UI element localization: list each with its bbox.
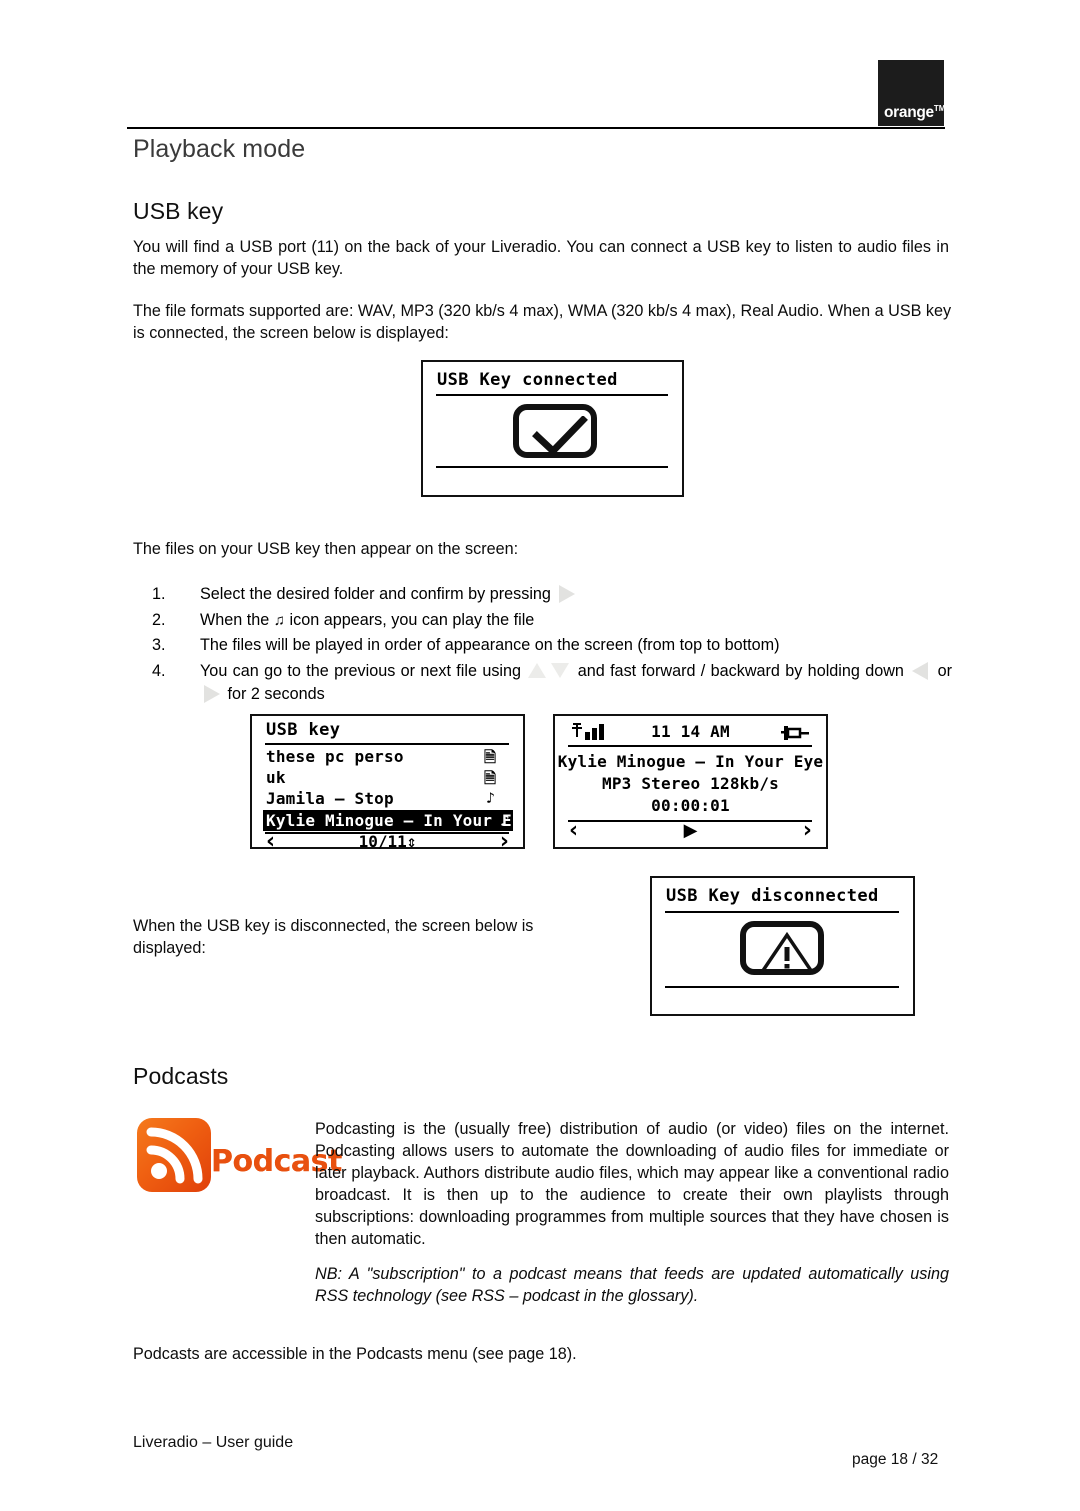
- list-item-text: The files will be played in order of app…: [200, 636, 780, 654]
- player-format-info: MP3 Stereo 128kb/s: [602, 774, 779, 793]
- player-nav-row: ‹ ▶ ›: [555, 818, 826, 844]
- up-down-indicator-icon: ⇕: [406, 832, 417, 851]
- right-arrow-key-icon: [202, 685, 221, 703]
- list-item-text: You can go to the previous or next file …: [200, 661, 953, 703]
- lcd-connected-bottom-rule: [436, 466, 668, 468]
- warning-box: [740, 921, 824, 975]
- play-button[interactable]: ▶: [555, 818, 826, 844]
- podcast-rss-square: [137, 1118, 211, 1192]
- right-arrow-key-icon: [557, 585, 576, 603]
- music-note-icon: ♪: [486, 789, 496, 807]
- footer-page-number: page 18 / 32: [852, 1451, 939, 1468]
- music-note-icon: ♫: [273, 611, 286, 629]
- down-arrow-key-icon: [551, 662, 570, 679]
- podcast-paragraph-1: Podcasting is the (usually free) distrib…: [315, 1120, 949, 1248]
- list-item-number: 2.: [152, 610, 166, 629]
- up-arrow-key-icon: [528, 662, 547, 679]
- list-item-number: 3.: [152, 636, 166, 654]
- list-item-text: When the ♫ icon appears, you can play th…: [200, 610, 535, 629]
- footer-document-name: Liveradio – User guide: [133, 1434, 294, 1451]
- trademark-mark: TM: [933, 104, 946, 114]
- list-item: 1. Select the desired folder and confirm…: [152, 583, 952, 607]
- lcd-browser-title: USB key: [266, 720, 341, 740]
- list-item-number: 1.: [152, 585, 166, 603]
- podcast-nb-note: NB: A "subscription" to a podcast means …: [315, 1265, 949, 1305]
- browser-row-label[interactable]: uk: [266, 768, 286, 787]
- nav-next-button[interactable]: ›: [500, 829, 509, 855]
- browser-page-indicator: 10/11⇕: [358, 832, 417, 851]
- browser-row-label[interactable]: Jamila – Stop: [266, 789, 394, 808]
- lcd-player-title-rule: [568, 745, 812, 747]
- check-mark-icon: [532, 416, 588, 456]
- lcd-player: 11 14 AM Kylie Minogue – In Your Eye MP3…: [553, 714, 828, 849]
- lcd-connected-title-rule: [436, 394, 668, 396]
- rss-waves-icon: [146, 1127, 203, 1184]
- usb-paragraph-2: The file formats supported are: WAV, MP3…: [133, 302, 952, 342]
- list-item-number: 4.: [152, 661, 166, 680]
- lcd-disconnected-title-rule: [665, 911, 899, 913]
- document-page: orangeTM Playback mode USB key You will …: [0, 0, 1080, 1511]
- orange-logo-text: orangeTM: [884, 104, 946, 122]
- lcd-usb-key-browser: USB key these pc perso 🗎 uk 🗎 Jamila – S…: [250, 714, 525, 854]
- usb-paragraph-1: You will find a USB port (11) on the bac…: [133, 238, 949, 278]
- usb-steps-list: 1. Select the desired folder and confirm…: [152, 583, 952, 709]
- lcd-disconnected-title: USB Key disconnected: [666, 886, 879, 906]
- section-heading-usb-key: USB key: [133, 198, 224, 224]
- podcast-paragraph-2: Podcasts are accessible in the Podcasts …: [133, 1345, 577, 1363]
- lcd-connected-title: USB Key connected: [437, 370, 618, 390]
- usb-paragraph-3: The files on your USB key then appear on…: [133, 540, 519, 558]
- orange-logo: orangeTM: [878, 60, 946, 126]
- nav-next-button[interactable]: ›: [803, 818, 812, 844]
- browser-nav-row: ‹ 10/11⇕ ›: [252, 829, 523, 855]
- podcast-logo: Podcast: [137, 1118, 342, 1192]
- browser-row-selected[interactable]: Kylie Minogue – In Your E ♪: [263, 810, 513, 831]
- usb-paragraph-4: When the USB key is disconnected, the sc…: [133, 917, 534, 957]
- browser-row-label[interactable]: these pc perso: [266, 747, 404, 766]
- music-note-icon: ♪: [500, 811, 510, 830]
- check-mark-box: [513, 404, 597, 458]
- player-track-title: Kylie Minogue – In Your Eye: [557, 752, 824, 771]
- warning-triangle-icon: [759, 932, 815, 974]
- lcd-usb-key-connected: USB Key connected: [421, 360, 684, 497]
- lcd-disconnected-bottom-rule: [665, 986, 899, 988]
- list-item: 3. The files will be played in order of …: [152, 634, 952, 658]
- lcd-browser-title-rule: [265, 743, 509, 745]
- page-title: Playback mode: [133, 135, 306, 163]
- section-heading-podcasts: Podcasts: [133, 1063, 229, 1089]
- list-item: 4. You can go to the previous or next fi…: [152, 660, 952, 707]
- list-item: 2. When the ♫ icon appears, you can play…: [152, 609, 952, 633]
- header-divider: [127, 127, 945, 129]
- lcd-usb-key-disconnected: USB Key disconnected: [650, 876, 915, 1016]
- list-item-text: Select the desired folder and confirm by…: [200, 585, 578, 603]
- player-elapsed-time: 00:00:01: [651, 796, 730, 815]
- left-arrow-key-icon: [911, 661, 930, 680]
- power-plug-icon: [781, 726, 809, 740]
